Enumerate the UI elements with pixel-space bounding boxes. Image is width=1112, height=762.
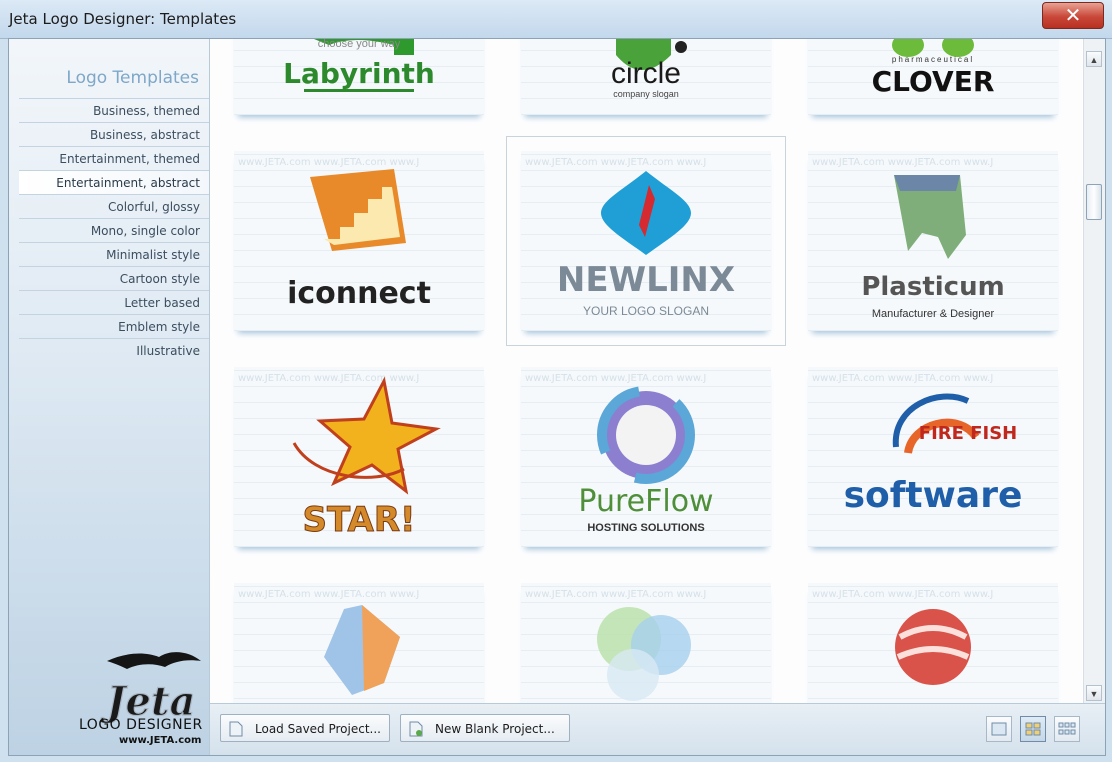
medium-thumbnails-icon	[1025, 722, 1041, 736]
logo-slogan: pharmaceutical	[892, 55, 974, 64]
vertical-scrollbar[interactable]: ▲ ▼	[1083, 39, 1105, 703]
scroll-thumb[interactable]	[1086, 184, 1102, 220]
template-tile-plasticum[interactable]: www.JETA.com www.JETA.com www.J Plasticu…	[808, 151, 1058, 331]
logo-slogan: company slogan	[613, 89, 679, 99]
template-tile-bubbles[interactable]: www.JETA.com www.JETA.com www.J	[521, 583, 771, 703]
logo-name: PureFlow	[578, 484, 713, 519]
category-emblem-style[interactable]: Emblem style	[19, 314, 209, 338]
window-frame: Logo Templates Business, themed Business…	[8, 38, 1106, 756]
template-tile-crystal[interactable]: www.JETA.com www.JETA.com www.J	[234, 583, 484, 703]
sidebar-title: Logo Templates	[66, 68, 199, 88]
scroll-down-button[interactable]: ▼	[1086, 685, 1102, 701]
logo-slogan: FIRE FISH	[919, 423, 1017, 444]
category-entertainment-abstract[interactable]: Entertainment, abstract	[19, 170, 209, 194]
category-business-abstract[interactable]: Business, abstract	[19, 122, 209, 146]
bubbles-logo-icon	[597, 607, 691, 701]
software-logo-icon: FIRE FISH software	[844, 393, 1023, 516]
scroll-up-button[interactable]: ▲	[1086, 51, 1102, 67]
title-bar: Jeta Logo Designer: Templates ✕	[0, 0, 1112, 39]
logo-name: software	[844, 475, 1023, 516]
brand-subtitle: LOGO DESIGNER	[79, 717, 203, 733]
logo-slogan: Manufacturer & Designer	[872, 308, 995, 320]
category-colorful-glossy[interactable]: Colorful, glossy	[19, 194, 209, 218]
template-tile-star[interactable]: www.JETA.com www.JETA.com www.J STAR!	[234, 367, 484, 547]
new-document-icon	[409, 721, 423, 737]
plasticum-logo-icon: Plasticum Manufacturer & Designer	[861, 175, 1005, 320]
category-illustrative[interactable]: Illustrative	[19, 338, 209, 362]
logo-slogan: HOSTING SOLUTIONS	[587, 522, 704, 534]
template-tile-labyrinth[interactable]: www.JETA.com www.JETA.com www.J choose y…	[234, 39, 484, 115]
logo-slogan: choose your way	[318, 39, 401, 50]
load-saved-project-button[interactable]: Load Saved Project...	[220, 714, 390, 742]
iconnect-logo-icon: iconnect	[287, 169, 431, 311]
template-tile-iconnect[interactable]: www.JETA.com www.JETA.com www.J iconnect	[234, 151, 484, 331]
template-gallery: www.JETA.com www.JETA.com www.J choose y…	[210, 39, 1082, 703]
logo-slogan: YOUR LOGO SLOGAN	[583, 304, 709, 318]
pureflow-logo-icon: PureFlow HOSTING SOLUTIONS	[578, 386, 714, 534]
logo-name: circle	[611, 57, 681, 90]
template-tile-software[interactable]: www.JETA.com www.JETA.com www.J FIRE FIS…	[808, 367, 1058, 547]
large-view-button[interactable]	[986, 716, 1012, 742]
logo-name: NEWLINX	[557, 260, 735, 300]
small-thumbnails-icon	[1058, 722, 1076, 735]
document-icon	[229, 721, 243, 737]
category-minimalist-style[interactable]: Minimalist style	[19, 242, 209, 266]
crystal-logo-icon	[324, 605, 400, 695]
template-tile-sphere[interactable]: www.JETA.com www.JETA.com www.J	[808, 583, 1058, 703]
template-tile-clover[interactable]: www.JETA.com www.JETA.com www.J pharmace…	[808, 39, 1058, 115]
newlinx-logo-icon: NEWLINX YOUR LOGO SLOGAN	[557, 171, 735, 318]
logo-name: Plasticum	[861, 272, 1004, 302]
template-tile-pureflow[interactable]: www.JETA.com www.JETA.com www.J PureFlow…	[521, 367, 771, 547]
medium-view-button[interactable]	[1020, 716, 1046, 742]
large-thumbnails-icon	[991, 722, 1007, 736]
circle-logo-icon: circle company slogan	[611, 39, 687, 99]
sphere-logo-icon	[895, 609, 971, 685]
category-entertainment-themed[interactable]: Entertainment, themed	[19, 146, 209, 170]
jeta-brand-logo: Jeta LOGO DESIGNER www.JETA.com	[69, 645, 209, 751]
load-saved-project-label: Load Saved Project...	[255, 722, 381, 736]
new-blank-project-button[interactable]: New Blank Project...	[400, 714, 570, 742]
sidebar: Logo Templates Business, themed Business…	[9, 39, 210, 755]
category-letter-based[interactable]: Letter based	[19, 290, 209, 314]
category-list: Business, themed Business, abstract Ente…	[19, 98, 209, 362]
jeta-logo-icon: Jeta	[99, 652, 201, 723]
star-logo-icon: STAR!	[292, 376, 441, 541]
window-title: Jeta Logo Designer: Templates	[9, 10, 237, 28]
logo-name: iconnect	[287, 276, 431, 311]
logo-name: Labyrinth	[283, 57, 435, 90]
category-cartoon-style[interactable]: Cartoon style	[19, 266, 209, 290]
brand-url: www.JETA.com	[119, 735, 202, 746]
close-button[interactable]: ✕	[1042, 2, 1104, 29]
logo-name: STAR!	[302, 500, 415, 540]
category-mono-single-color[interactable]: Mono, single color	[19, 218, 209, 242]
clover-logo-icon: pharmaceutical CLOVER	[872, 39, 995, 98]
template-tile-newlinx[interactable]: www.JETA.com www.JETA.com www.J NEWLINX …	[506, 136, 786, 346]
labyrinth-logo-icon: choose your way Labyrinth	[283, 39, 435, 92]
bottom-toolbar: Load Saved Project... New Blank Project.…	[210, 703, 1105, 755]
small-view-button[interactable]	[1054, 716, 1080, 742]
logo-name: CLOVER	[872, 65, 995, 98]
new-blank-project-label: New Blank Project...	[435, 722, 555, 736]
category-business-themed[interactable]: Business, themed	[19, 98, 209, 122]
template-tile-circle[interactable]: www.JETA.com www.JETA.com www.J circle c…	[521, 39, 771, 115]
